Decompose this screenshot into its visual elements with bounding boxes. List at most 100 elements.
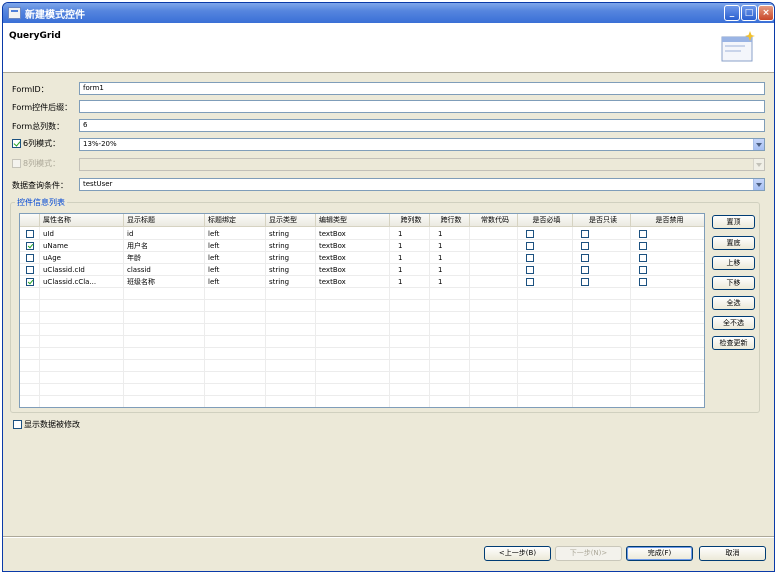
table-header-cell[interactable]: 跨列数 — [390, 214, 430, 227]
table-cell-name[interactable]: uName — [40, 240, 124, 252]
select-all-button[interactable]: 全选 — [712, 296, 755, 310]
table-cell-name[interactable]: uAge — [40, 252, 124, 264]
maximize-button[interactable]: □ — [741, 5, 757, 21]
table-cell-type[interactable]: string — [266, 240, 316, 252]
disabled-checkbox[interactable] — [639, 230, 647, 238]
row-select-checkbox[interactable] — [26, 242, 34, 250]
disabled-checkbox[interactable] — [639, 242, 647, 250]
row-select-checkbox[interactable] — [26, 266, 34, 274]
table-cell-colspan[interactable]: 1 — [390, 228, 430, 240]
move-down-button[interactable]: 下移 — [712, 276, 755, 290]
table-cell-colspan[interactable]: 1 — [390, 276, 430, 288]
table-cell-title[interactable]: 用户名 — [124, 240, 205, 252]
table-cell-type[interactable]: string — [266, 252, 316, 264]
cancel-button[interactable]: 取消 — [699, 546, 766, 561]
table-row[interactable]: uClassid.cId classid left string textBox 1 1 — [20, 264, 704, 276]
form-id-input[interactable]: form1 — [79, 82, 765, 95]
readonly-checkbox[interactable] — [581, 242, 589, 250]
table-header-cell[interactable]: 是否禁用 — [631, 214, 704, 227]
table-cell-rowspan[interactable]: 1 — [430, 252, 470, 264]
table-cell-edit[interactable]: textBox — [316, 264, 390, 276]
table-header-cell[interactable]: 标题绑定 — [205, 214, 266, 227]
table-row[interactable]: uId id left string textBox 1 1 — [20, 228, 704, 240]
required-checkbox[interactable] — [526, 254, 534, 262]
row-select-checkbox[interactable] — [26, 230, 34, 238]
table-cell-title[interactable]: classid — [124, 264, 205, 276]
table-cell-constant-code[interactable] — [470, 252, 518, 264]
check-update-button[interactable]: 检查更新 — [712, 336, 755, 350]
table-cell-align[interactable]: left — [205, 228, 266, 240]
control-info-table[interactable]: 属性名称 显示标题 标题绑定 显示类型 编辑类型 跨列数 跨行数 常数代码 是否必填 是否只读 是否… — [19, 213, 705, 408]
six-col-mode-checkbox[interactable] — [12, 139, 21, 148]
table-cell-constant-code[interactable] — [470, 228, 518, 240]
table-cell-edit[interactable]: textBox — [316, 252, 390, 264]
query-condition-select[interactable]: testUser — [79, 178, 765, 191]
table-cell-align[interactable]: left — [205, 276, 266, 288]
table-cell-edit[interactable]: textBox — [316, 228, 390, 240]
table-cell-rowspan[interactable]: 1 — [430, 240, 470, 252]
required-checkbox[interactable] — [526, 266, 534, 274]
table-header-cell[interactable]: 是否必填 — [518, 214, 573, 227]
table-cell-colspan[interactable]: 1 — [390, 240, 430, 252]
table-header-cell[interactable]: 显示标题 — [124, 214, 205, 227]
row-select-checkbox[interactable] — [26, 254, 34, 262]
table-header-cell[interactable]: 属性名称 — [40, 214, 124, 227]
table-cell-align[interactable]: left — [205, 240, 266, 252]
table-cell-constant-code[interactable] — [470, 264, 518, 276]
move-up-button[interactable]: 上移 — [712, 256, 755, 270]
table-cell-colspan[interactable]: 1 — [390, 264, 430, 276]
table-cell-name[interactable]: uClassid.cCla... — [40, 276, 124, 288]
chevron-down-icon[interactable] — [753, 139, 764, 150]
table-header-cell[interactable]: 常数代码 — [470, 214, 518, 227]
table-cell-colspan[interactable]: 1 — [390, 252, 430, 264]
table-cell-type[interactable]: string — [266, 264, 316, 276]
table-header-cell[interactable]: 编辑类型 — [316, 214, 390, 227]
title-bar[interactable]: 新建模式控件 _ □ × — [3, 3, 774, 23]
form-columns-input[interactable]: 6 — [79, 119, 765, 132]
close-button[interactable]: × — [758, 5, 774, 21]
table-header-cell[interactable]: 显示类型 — [266, 214, 316, 227]
move-top-button[interactable]: 置顶 — [712, 215, 755, 229]
select-none-button[interactable]: 全不选 — [712, 316, 755, 330]
table-cell-align[interactable]: left — [205, 252, 266, 264]
table-row[interactable]: uName 用户名 left string textBox 1 1 — [20, 240, 704, 252]
readonly-checkbox[interactable] — [581, 266, 589, 274]
table-row[interactable]: uAge 年龄 left string textBox 1 1 — [20, 252, 704, 264]
chevron-down-icon[interactable] — [753, 179, 764, 190]
table-cell-rowspan[interactable]: 1 — [430, 228, 470, 240]
table-cell-title[interactable]: id — [124, 228, 205, 240]
six-col-mode-checkbox-row[interactable]: 6列模式： — [12, 138, 60, 149]
disabled-checkbox[interactable] — [639, 278, 647, 286]
table-cell-rowspan[interactable]: 1 — [430, 276, 470, 288]
table-cell-type[interactable]: string — [266, 228, 316, 240]
table-cell-title[interactable]: 年龄 — [124, 252, 205, 264]
required-checkbox[interactable] — [526, 278, 534, 286]
form-suffix-input[interactable] — [79, 100, 765, 113]
table-cell-constant-code[interactable] — [470, 240, 518, 252]
table-cell-constant-code[interactable] — [470, 276, 518, 288]
table-cell-rowspan[interactable]: 1 — [430, 264, 470, 276]
show-modified-checkbox-row[interactable]: 显示数据被修改 — [13, 419, 80, 430]
table-cell-title[interactable]: 班级名称 — [124, 276, 205, 288]
required-checkbox[interactable] — [526, 242, 534, 250]
table-cell-edit[interactable]: textBox — [316, 276, 390, 288]
back-button[interactable]: <上一步(B) — [484, 546, 551, 561]
table-cell-type[interactable]: string — [266, 276, 316, 288]
table-cell-name[interactable]: uId — [40, 228, 124, 240]
table-header-cell[interactable]: 跨行数 — [430, 214, 470, 227]
table-cell-edit[interactable]: textBox — [316, 240, 390, 252]
table-header-cell[interactable]: 是否只读 — [573, 214, 631, 227]
required-checkbox[interactable] — [526, 230, 534, 238]
table-cell-name[interactable]: uClassid.cId — [40, 264, 124, 276]
disabled-checkbox[interactable] — [639, 266, 647, 274]
show-modified-checkbox[interactable] — [13, 420, 22, 429]
table-cell-align[interactable]: left — [205, 264, 266, 276]
readonly-checkbox[interactable] — [581, 254, 589, 262]
minimize-button[interactable]: _ — [724, 5, 740, 21]
six-col-mode-select[interactable]: 13%-20% — [79, 138, 765, 151]
disabled-checkbox[interactable] — [639, 254, 647, 262]
readonly-checkbox[interactable] — [581, 278, 589, 286]
move-bottom-button[interactable]: 置底 — [712, 236, 755, 250]
table-row[interactable]: uClassid.cCla... 班级名称 left string textBox 1 1 — [20, 276, 704, 288]
row-select-checkbox[interactable] — [26, 278, 34, 286]
